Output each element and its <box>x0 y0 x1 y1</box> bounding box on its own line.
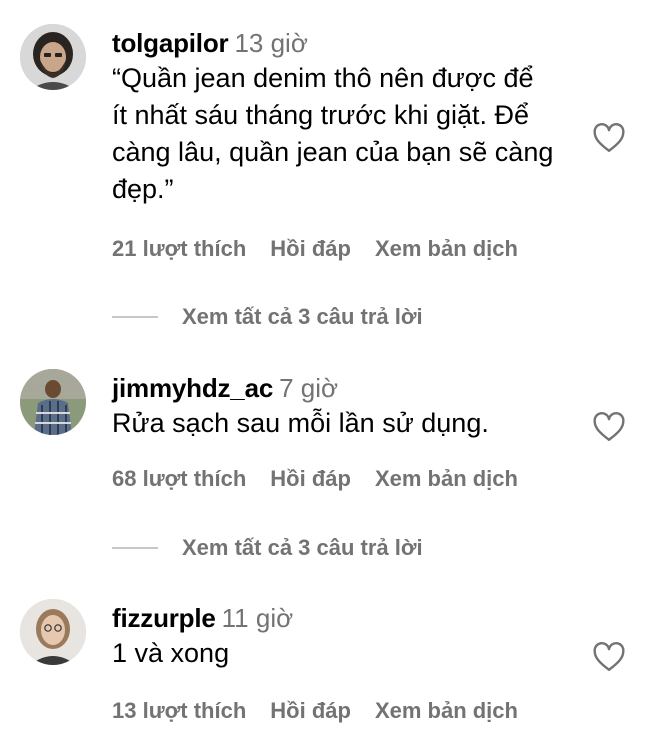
comment-text-line: Rửa sạch sau mỗi lần sử dụng. <box>112 408 489 438</box>
comment-header: tolgapilor 13 giờ <box>112 26 582 60</box>
translate-button[interactable]: Xem bản dịch <box>375 698 518 723</box>
view-replies[interactable]: Xem tất cả 3 câu trả lời <box>112 533 423 563</box>
comment-header: fizzurple 11 giờ <box>112 601 582 635</box>
likes-count[interactable]: 68 lượt thích <box>112 466 246 491</box>
divider <box>112 316 158 318</box>
view-replies[interactable]: Xem tất cả 3 câu trả lời <box>112 302 423 332</box>
comment-time: 7 giờ <box>279 373 339 403</box>
view-replies-button[interactable]: Xem tất cả 3 câu trả lời <box>182 304 423 330</box>
comment-text-line: 1 và xong <box>112 638 230 668</box>
translate-button[interactable]: Xem bản dịch <box>375 236 518 261</box>
username-link[interactable]: jimmyhdz_ac <box>112 373 273 403</box>
likes-count[interactable]: 13 lượt thích <box>112 698 246 723</box>
comment-actions: 68 lượt thích Hồi đáp Xem bản dịch <box>112 464 542 494</box>
comment-text-line: “Quần jean denim thô nên được để <box>112 63 534 93</box>
avatar[interactable] <box>20 599 86 665</box>
likes-count[interactable]: 21 lượt thích <box>112 236 246 261</box>
heart-outline-icon[interactable] <box>590 409 628 445</box>
heart-outline-icon[interactable] <box>590 120 628 156</box>
comment-actions: 13 lượt thích Hồi đáp Xem bản dịch <box>112 696 542 726</box>
reply-button[interactable]: Hồi đáp <box>270 466 351 491</box>
reply-button[interactable]: Hồi đáp <box>270 236 351 261</box>
view-replies-button[interactable]: Xem tất cả 3 câu trả lời <box>182 535 423 561</box>
comment-time: 13 giờ <box>234 28 308 58</box>
avatar[interactable] <box>20 24 86 90</box>
avatar-bearded-man-icon <box>20 24 86 90</box>
comment-text-line: đẹp.” <box>112 174 174 204</box>
comment-time: 11 giờ <box>221 603 294 633</box>
avatar-woman-glasses-icon <box>20 599 86 665</box>
translate-button[interactable]: Xem bản dịch <box>375 466 518 491</box>
divider <box>112 547 158 549</box>
comment-header: jimmyhdz_ac 7 giờ <box>112 371 582 405</box>
username-link[interactable]: fizzurple <box>112 603 216 633</box>
comment-actions: 21 lượt thích Hồi đáp Xem bản dịch <box>112 234 542 264</box>
heart-outline-icon[interactable] <box>590 639 628 675</box>
comment-text: “Quần jean denim thô nên được để ít nhất… <box>112 60 582 208</box>
comment-text: 1 và xong <box>112 635 582 672</box>
username-link[interactable]: tolgapilor <box>112 28 229 58</box>
comment-text-line: càng lâu, quần jean của bạn sẽ càng <box>112 137 554 167</box>
comment-text-line: ít nhất sáu tháng trước khi giặt. Để <box>112 100 529 130</box>
avatar[interactable] <box>20 369 86 435</box>
avatar-man-plaid-shirt-icon <box>20 369 86 435</box>
reply-button[interactable]: Hồi đáp <box>270 698 351 723</box>
comment-text: Rửa sạch sau mỗi lần sử dụng. <box>112 405 582 442</box>
